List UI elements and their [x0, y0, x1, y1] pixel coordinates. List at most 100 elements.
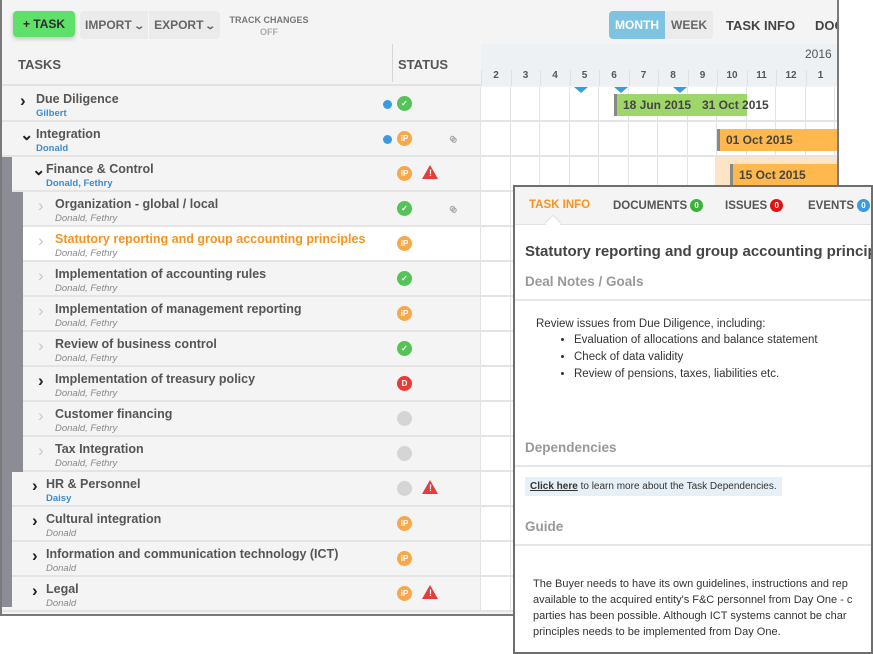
task-name[interactable]: Statutory reporting and group accounting… — [55, 232, 365, 246]
hierarchy-gutter-nested — [12, 192, 23, 472]
status-in-progress-icon[interactable]: iP — [397, 166, 412, 181]
task-name[interactable]: Implementation of management reporting — [55, 302, 302, 316]
collapse-chevron-icon[interactable]: ⌄ — [20, 125, 33, 145]
milestone-marker[interactable] — [574, 87, 588, 93]
task-owner: Donald, Fethry — [55, 458, 118, 469]
tab-task-info[interactable]: TASK INFO — [726, 18, 795, 33]
collapse-chevron-icon[interactable]: ⌄ — [32, 160, 45, 180]
bar-start-date: 01 Oct 2015 — [726, 133, 793, 147]
month-column-header: 4 — [540, 70, 569, 86]
track-changes-toggle[interactable]: TRACK CHANGES OFF — [224, 14, 314, 38]
expand-chevron-icon[interactable]: › — [38, 266, 44, 286]
expand-chevron-icon[interactable]: › — [32, 546, 38, 566]
month-column-header: 5 — [569, 70, 599, 86]
guide-line: The Buyer needs to have its own guidelin… — [533, 578, 848, 590]
dependencies-text: to learn more about the Task Dependencie… — [577, 481, 777, 492]
hierarchy-gutter — [2, 157, 12, 607]
grid-line — [509, 87, 511, 120]
status-in-progress-icon[interactable]: iP — [397, 236, 412, 251]
task-owner: Donald — [46, 598, 77, 609]
import-button[interactable]: IMPORT⌄ — [80, 11, 150, 39]
task-owner: Donald — [46, 563, 77, 574]
gantt-bar-finance-control[interactable]: 15 Oct 2015 — [730, 164, 837, 186]
task-name[interactable]: Review of business control — [55, 337, 217, 351]
tab-documents[interactable]: DOC — [815, 18, 837, 33]
grid-line — [480, 507, 481, 540]
status-in-progress-icon[interactable]: iP — [397, 306, 412, 321]
active-tab-pointer — [544, 214, 562, 232]
milestone-marker[interactable] — [673, 87, 687, 93]
tasks-column-header: TASKS — [18, 57, 62, 72]
column-divider — [392, 44, 393, 82]
milestone-marker[interactable] — [614, 87, 628, 93]
milestone-dot-icon — [383, 100, 392, 109]
task-name[interactable]: Implementation of accounting rules — [55, 267, 266, 281]
expand-chevron-icon[interactable]: › — [38, 406, 44, 426]
expand-chevron-icon[interactable]: › — [38, 196, 44, 216]
expand-chevron-icon[interactable]: › — [38, 371, 44, 391]
grid-line — [480, 367, 481, 400]
task-name[interactable]: Legal — [46, 582, 79, 596]
status-done-icon[interactable]: ✓ — [397, 96, 412, 111]
status-done-icon[interactable]: ✓ — [397, 341, 412, 356]
status-in-progress-icon[interactable]: iP — [397, 131, 412, 146]
panel-tab-events[interactable]: EVENTS 0 — [808, 199, 871, 212]
notes-item: Evaluation of allocations and balance st… — [574, 334, 818, 346]
status-in-progress-icon[interactable]: iP — [397, 551, 412, 566]
status-done-icon[interactable]: ✓ — [397, 271, 412, 286]
panel-tab-issues[interactable]: ISSUES 0 — [725, 199, 784, 212]
status-not-started-icon[interactable] — [397, 446, 412, 461]
expand-chevron-icon[interactable]: › — [32, 511, 38, 531]
task-name[interactable]: Due Diligence — [36, 92, 119, 106]
panel-tab-task-info[interactable]: TASK INFO — [529, 199, 590, 211]
status-delayed-icon[interactable]: D — [397, 376, 412, 391]
chevron-down-icon: ⌄ — [204, 21, 217, 32]
grid-line — [509, 472, 511, 505]
expand-chevron-icon[interactable]: › — [38, 441, 44, 461]
notes-item: Review of pensions, taxes, liabilities e… — [574, 368, 818, 380]
status-not-started-icon[interactable] — [397, 411, 412, 426]
export-button[interactable]: EXPORT⌄ — [149, 11, 220, 39]
status-not-started-icon[interactable] — [397, 481, 412, 496]
task-name[interactable]: Integration — [36, 127, 101, 141]
grid-line — [480, 192, 481, 225]
status-in-progress-icon[interactable]: iP — [397, 516, 412, 531]
dependency-link-icon[interactable]: ⚭ — [441, 128, 465, 152]
expand-chevron-icon[interactable]: › — [38, 231, 44, 251]
task-name[interactable]: HR & Personnel — [46, 477, 140, 491]
expand-chevron-icon[interactable]: › — [20, 91, 26, 111]
status-column-header: STATUS — [398, 57, 449, 72]
task-name[interactable]: Tax Integration — [55, 442, 144, 456]
task-name[interactable]: Implementation of treasury policy — [55, 372, 255, 386]
dependencies-link[interactable]: Click here — [530, 481, 578, 492]
month-column-header: 3 — [510, 70, 540, 86]
task-row[interactable]: ⌄ Integration Donald iP ⚭ — [2, 122, 837, 157]
task-name[interactable]: Information and communication technology… — [46, 547, 338, 561]
expand-chevron-icon[interactable]: › — [38, 336, 44, 356]
grid-line — [480, 332, 481, 365]
grid-line — [657, 122, 658, 155]
task-name[interactable]: Cultural integration — [46, 512, 161, 526]
view-month-button[interactable]: MONTH — [609, 11, 665, 39]
month-column-header: 9 — [687, 70, 717, 86]
task-name[interactable]: Customer financing — [55, 407, 172, 421]
gantt-bar-integration[interactable]: 01 Oct 2015 — [717, 129, 837, 151]
status-done-icon[interactable]: ✓ — [397, 201, 412, 216]
task-name[interactable]: Finance & Control — [46, 162, 154, 176]
status-in-progress-icon[interactable]: iP — [397, 586, 412, 601]
add-task-button[interactable]: + TASK — [13, 11, 75, 37]
grid-line — [480, 297, 481, 330]
expand-chevron-icon[interactable]: › — [38, 301, 44, 321]
dependency-link-icon[interactable]: ⚭ — [441, 198, 465, 222]
grid-line — [686, 122, 688, 155]
grid-line — [568, 87, 570, 120]
grid-line — [509, 332, 511, 365]
grid-line — [480, 437, 481, 470]
expand-chevron-icon[interactable]: › — [32, 581, 38, 601]
expand-chevron-icon[interactable]: › — [32, 476, 38, 496]
view-week-button[interactable]: WEEK — [665, 11, 713, 39]
export-label: EXPORT — [154, 18, 204, 32]
grid-line — [480, 227, 481, 260]
task-name[interactable]: Organization - global / local — [55, 197, 218, 211]
panel-tab-documents[interactable]: DOCUMENTS 0 — [613, 199, 704, 212]
